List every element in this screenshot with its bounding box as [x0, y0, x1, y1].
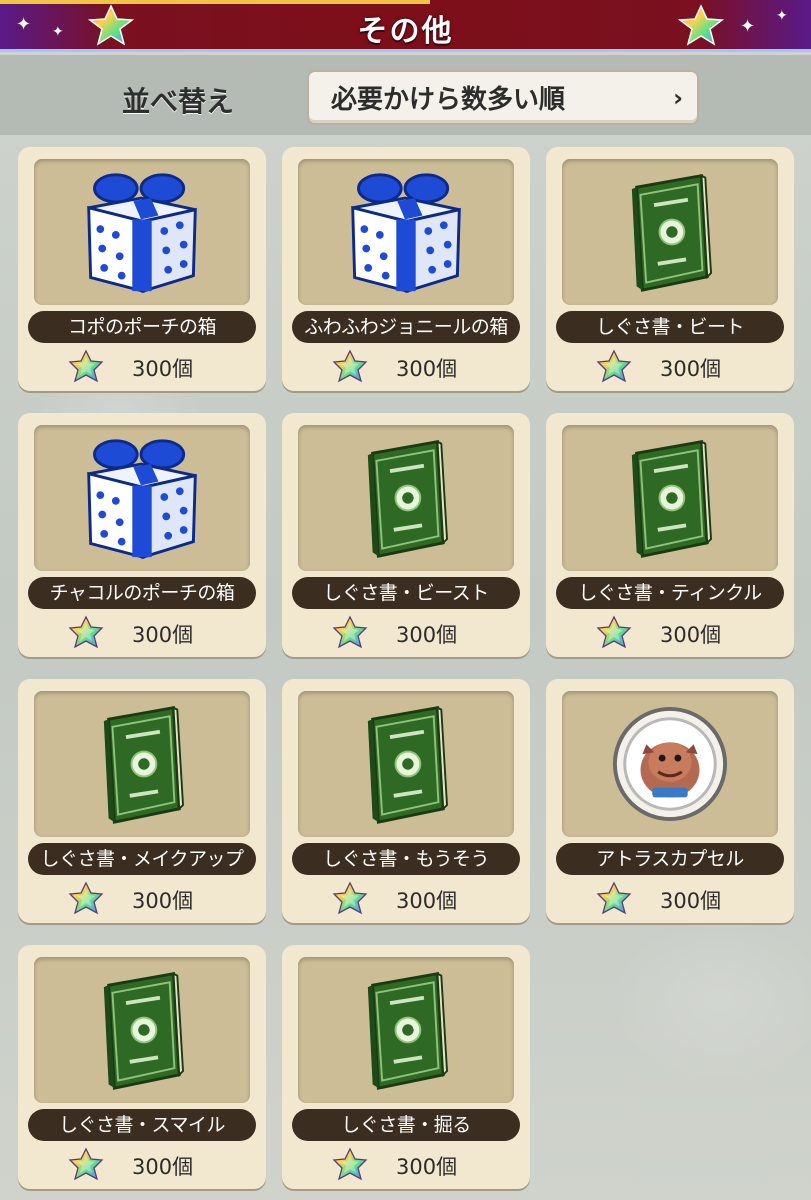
item-cost: 300個 [282, 1145, 530, 1185]
item-cost-value: 300個 [132, 357, 194, 381]
item-image-frame [34, 425, 250, 571]
item-cost-value: 300個 [660, 623, 722, 647]
sort-label: 並べ替え [122, 85, 235, 118]
item-name: しぐさ書・メイクアップ [28, 843, 256, 875]
item-card[interactable]: しぐさ書・スマイル 300個 [18, 945, 266, 1189]
chevron-right-icon: › [673, 84, 683, 112]
item-cost: 300個 [282, 347, 530, 387]
item-image-frame [298, 159, 514, 305]
green-book-icon [99, 968, 185, 1092]
item-cost: 300個 [18, 1145, 266, 1185]
item-cost-value: 300個 [396, 889, 458, 913]
item-card[interactable]: しぐさ書・メイクアップ 300個 [18, 679, 266, 923]
rainbow-gem-icon [68, 349, 104, 383]
item-image-frame [298, 957, 514, 1103]
item-name: しぐさ書・もうそう [292, 843, 520, 875]
item-image-frame [562, 691, 778, 837]
item-card[interactable]: しぐさ書・ビースト 300個 [282, 413, 530, 657]
monster-capsule-icon [611, 705, 729, 823]
gift-box-icon [79, 435, 205, 561]
item-cost-value: 300個 [660, 889, 722, 913]
item-cost: 300個 [282, 613, 530, 653]
item-name: ふわふわジョニールの箱 [292, 311, 520, 343]
item-cost: 300個 [546, 879, 794, 919]
green-book-icon [363, 968, 449, 1092]
item-cost: 300個 [546, 347, 794, 387]
item-cost: 300個 [18, 347, 266, 387]
header-bar: ✦ ✦ ✦ ✦ その他 [0, 0, 811, 52]
rainbow-gem-icon [596, 881, 632, 915]
rainbow-gem-icon [596, 349, 632, 383]
green-book-icon [627, 436, 713, 560]
item-image-frame [298, 425, 514, 571]
green-book-icon [99, 702, 185, 826]
rainbow-gem-icon [68, 1147, 104, 1181]
item-image-frame [34, 691, 250, 837]
item-cost-value: 300個 [396, 357, 458, 381]
item-cost: 300個 [546, 613, 794, 653]
page-title: その他 [357, 14, 454, 49]
gift-box-icon [343, 169, 469, 295]
top-progress-strip [0, 0, 430, 4]
item-cost-value: 300個 [132, 889, 194, 913]
sort-dropdown[interactable]: 必要かけら数多い順 › [307, 70, 699, 125]
item-cost-value: 300個 [132, 623, 194, 647]
item-name: しぐさ書・ビート [556, 311, 784, 343]
item-name: アトラスカプセル [556, 843, 784, 875]
item-name: しぐさ書・ティンクル [556, 577, 784, 609]
item-card[interactable]: しぐさ書・掘る 300個 [282, 945, 530, 1189]
item-card[interactable]: アトラスカプセル 300個 [546, 679, 794, 923]
rainbow-gem-icon [596, 615, 632, 649]
green-book-icon [363, 436, 449, 560]
item-name: コポのポーチの箱 [28, 311, 256, 343]
rainbow-gem-icon [332, 881, 368, 915]
item-name: しぐさ書・掘る [292, 1109, 520, 1141]
item-name: しぐさ書・スマイル [28, 1109, 256, 1141]
item-card[interactable]: チャコルのポーチの箱 300個 [18, 413, 266, 657]
item-cost: 300個 [282, 879, 530, 919]
green-book-icon [627, 170, 713, 294]
rainbow-gem-icon [68, 615, 104, 649]
rainbow-gem-icon [332, 615, 368, 649]
item-name: チャコルのポーチの箱 [28, 577, 256, 609]
sort-value: 必要かけら数多い順 [331, 85, 566, 115]
item-image-frame [34, 159, 250, 305]
rainbow-gem-icon [332, 349, 368, 383]
item-cost-value: 300個 [396, 1155, 458, 1179]
item-cost-value: 300個 [660, 357, 722, 381]
item-card[interactable]: しぐさ書・ティンクル 300個 [546, 413, 794, 657]
item-cost: 300個 [18, 879, 266, 919]
item-image-frame [34, 957, 250, 1103]
item-image-frame [562, 425, 778, 571]
gift-box-icon [79, 169, 205, 295]
item-cost-value: 300個 [132, 1155, 194, 1179]
item-card[interactable]: しぐさ書・ビート 300個 [546, 147, 794, 391]
rainbow-gem-icon [68, 881, 104, 915]
green-book-icon [363, 702, 449, 826]
item-card[interactable]: コポのポーチの箱 300個 [18, 147, 266, 391]
item-cost-value: 300個 [396, 623, 458, 647]
item-card[interactable]: ふわふわジョニールの箱 300個 [282, 147, 530, 391]
item-image-frame [298, 691, 514, 837]
item-card[interactable]: しぐさ書・もうそう 300個 [282, 679, 530, 923]
item-cost: 300個 [18, 613, 266, 653]
item-name: しぐさ書・ビースト [292, 577, 520, 609]
rainbow-gem-icon [332, 1147, 368, 1181]
item-image-frame [562, 159, 778, 305]
